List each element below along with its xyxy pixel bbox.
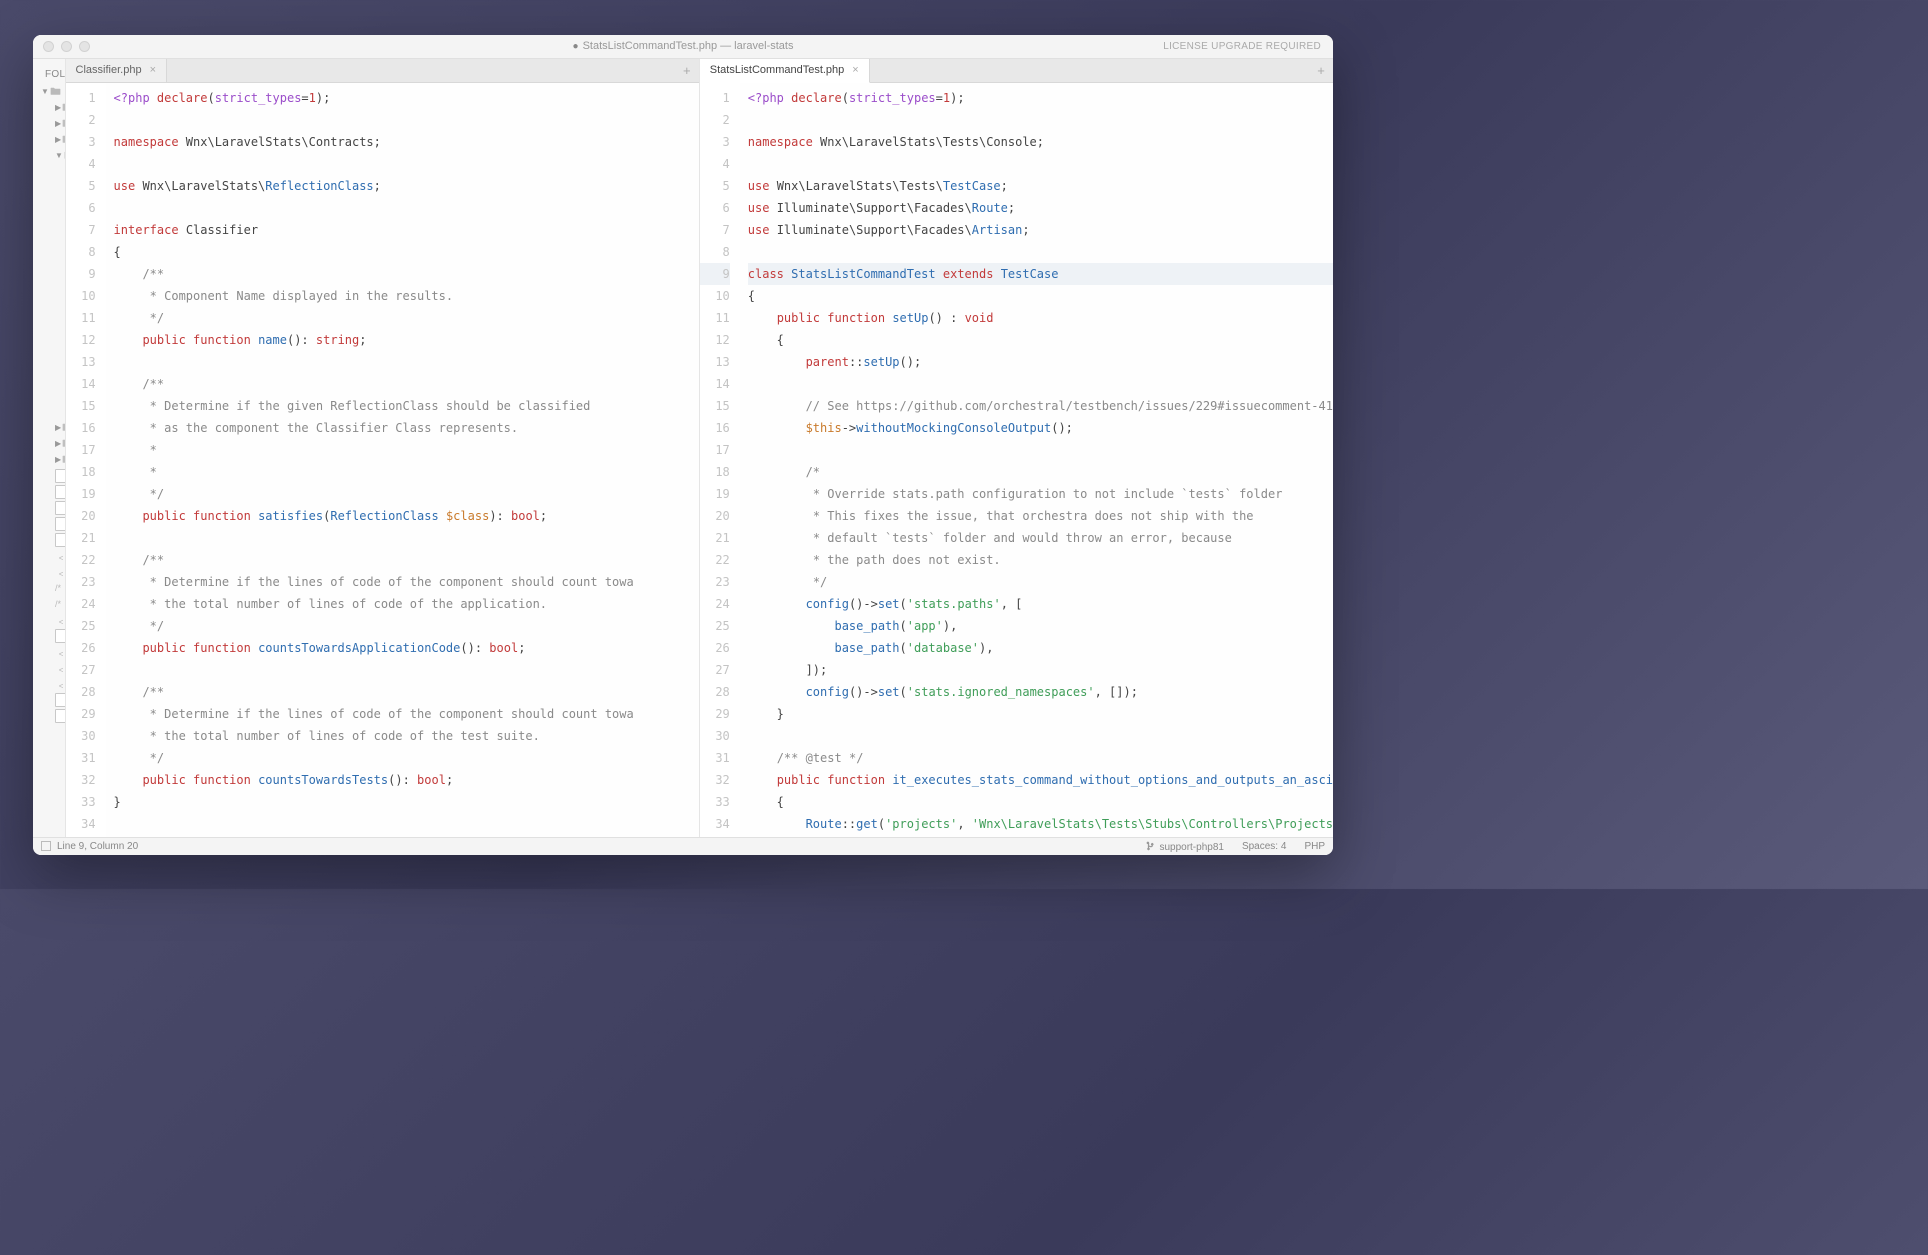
- tree-item[interactable]: Project.php: [33, 372, 66, 388]
- tree-item[interactable]: ClassesFinder.php: [33, 340, 66, 356]
- tree-item[interactable]: ReflectionClass.php: [33, 388, 66, 404]
- tree-item[interactable]: Classifiers: [33, 164, 66, 180]
- editor-right[interactable]: 1234567891011121314151617181920212223242…: [700, 83, 1333, 837]
- tree-item[interactable]: .gitignore: [33, 500, 65, 516]
- tree-item[interactable]: composer.json: [33, 580, 65, 596]
- tree-item[interactable]: ValueObjects: [33, 324, 66, 340]
- tree-item[interactable]: .github: [33, 100, 65, 116]
- new-tab-button[interactable]: +: [1309, 59, 1333, 82]
- tree-item[interactable]: .idea: [33, 116, 65, 132]
- pane-right: StatsListCommandTest.php × + 12345678910…: [700, 59, 1333, 837]
- zoom-dot[interactable]: [79, 41, 90, 52]
- code-icon: [55, 645, 63, 659]
- license-notice[interactable]: LICENSE UPGRADE REQUIRED: [1163, 41, 1321, 52]
- tree-item[interactable]: test-stubs-nova: [33, 420, 65, 436]
- tabbar-right: StatsListCommandTest.php × +: [700, 59, 1333, 83]
- branch-icon: [1146, 841, 1156, 851]
- tree-item[interactable]: CODE_OF_CONDUCT.md: [33, 564, 65, 580]
- statusbar: Line 9, Column 20 support-php81 Spaces: …: [33, 837, 1333, 855]
- tree-item[interactable]: LICENSE: [33, 628, 65, 644]
- file-tree[interactable]: laravel-stats.github.ideaconfigsrcClassi…: [33, 84, 65, 724]
- tree-item[interactable]: Outputs: [33, 260, 66, 276]
- tree-item[interactable]: Contracts: [33, 196, 66, 212]
- syntax-status[interactable]: PHP: [1304, 841, 1325, 852]
- file-icon: [55, 709, 66, 723]
- sidebar-header: FOLDERS: [33, 65, 65, 84]
- gutter-left: 1234567891011121314151617181920212223242…: [66, 83, 106, 837]
- new-tab-button[interactable]: +: [675, 59, 699, 82]
- file-icon: [55, 629, 66, 643]
- tree-item[interactable]: CollectableMetric.php: [33, 228, 66, 244]
- minimize-dot[interactable]: [61, 41, 72, 52]
- brace-icon: [55, 581, 61, 595]
- folder-open-icon: [49, 85, 62, 99]
- tree-item[interactable]: Statistics: [33, 308, 66, 324]
- indent-status[interactable]: Spaces: 4: [1242, 841, 1286, 852]
- code-right[interactable]: <?php declare(strict_types=1);namespace …: [740, 83, 1333, 837]
- code-icon: [55, 661, 63, 675]
- code-icon: [55, 565, 63, 579]
- file-icon: [55, 469, 66, 483]
- tree-item[interactable]: screenshot.png: [33, 708, 65, 724]
- tree-item[interactable]: config: [33, 132, 65, 148]
- window-title: ●StatsListCommandTest.php — laravel-stat…: [33, 40, 1333, 52]
- tree-item[interactable]: laravel-stats: [33, 84, 65, 100]
- tree-item[interactable]: rector.php: [33, 692, 65, 708]
- tree-item[interactable]: README.md: [33, 676, 65, 692]
- tree-item[interactable]: vendor: [33, 452, 65, 468]
- chevron-icon[interactable]: [55, 148, 63, 164]
- editor-left[interactable]: 1234567891011121314151617181920212223242…: [66, 83, 699, 837]
- tree-item[interactable]: Console: [33, 180, 66, 196]
- window-controls: [43, 41, 90, 52]
- tree-item[interactable]: phpunit.xml: [33, 644, 65, 660]
- file-icon: [55, 517, 66, 531]
- titlebar: ●StatsListCommandTest.php — laravel-stat…: [33, 35, 1333, 59]
- tree-item[interactable]: .gitattributes: [33, 484, 65, 500]
- pane-left: Classifier.php × + 123456789101112131415…: [66, 59, 700, 837]
- file-icon: [55, 693, 66, 707]
- modified-dot-icon: ●: [573, 41, 579, 52]
- tree-item[interactable]: psalm.xml: [33, 660, 65, 676]
- file-icon: [55, 485, 66, 499]
- tree-item[interactable]: .phpunit.result.cache: [33, 532, 65, 548]
- close-icon[interactable]: ×: [150, 64, 156, 76]
- tree-item[interactable]: Classifier.php: [33, 356, 66, 372]
- tree-item[interactable]: src: [33, 148, 65, 164]
- tree-item[interactable]: .php_cs: [33, 516, 65, 532]
- editor-window: ●StatsListCommandTest.php — laravel-stat…: [33, 35, 1333, 855]
- close-dot[interactable]: [43, 41, 54, 52]
- code-icon: [55, 549, 63, 563]
- tree-item[interactable]: .editorconfig: [33, 468, 65, 484]
- tree-item[interactable]: RejectionStrategies: [33, 276, 66, 292]
- tab-label: Classifier.php: [76, 64, 142, 76]
- tree-item[interactable]: CONTRIBUTING.md: [33, 612, 65, 628]
- gutter-right: 1234567891011121314151617181920212223242…: [700, 83, 740, 837]
- tree-item[interactable]: Classifier.php: [33, 212, 66, 228]
- chevron-icon[interactable]: [41, 84, 49, 100]
- tree-item[interactable]: CHANGELOG.md: [33, 548, 65, 564]
- tab-label: StatsListCommandTest.php: [710, 64, 845, 76]
- code-icon: [55, 677, 63, 691]
- cursor-position[interactable]: Line 9, Column 20: [57, 841, 138, 852]
- file-icon: [55, 501, 66, 515]
- close-icon[interactable]: ×: [852, 64, 858, 76]
- tree-item[interactable]: tests: [33, 436, 65, 452]
- panel-toggle-icon[interactable]: [41, 841, 51, 851]
- code-left[interactable]: <?php declare(strict_types=1);namespace …: [106, 83, 699, 837]
- code-icon: [55, 613, 63, 627]
- tab-classifier[interactable]: Classifier.php ×: [66, 59, 167, 82]
- tree-item[interactable]: composer.lock: [33, 596, 65, 612]
- tabbar-left: Classifier.php × +: [66, 59, 699, 83]
- tree-item[interactable]: StatsServiceProvider.php: [33, 404, 66, 420]
- sidebar[interactable]: FOLDERS laravel-stats.github.ideaconfigs…: [33, 59, 66, 837]
- git-branch[interactable]: support-php81: [1146, 840, 1224, 853]
- tab-statslist[interactable]: StatsListCommandTest.php ×: [700, 59, 870, 83]
- brace-icon: [55, 597, 61, 611]
- tree-item[interactable]: RejectionStrategy.php: [33, 244, 66, 260]
- tree-item[interactable]: ShareableMetrics: [33, 292, 66, 308]
- file-icon: [55, 533, 66, 547]
